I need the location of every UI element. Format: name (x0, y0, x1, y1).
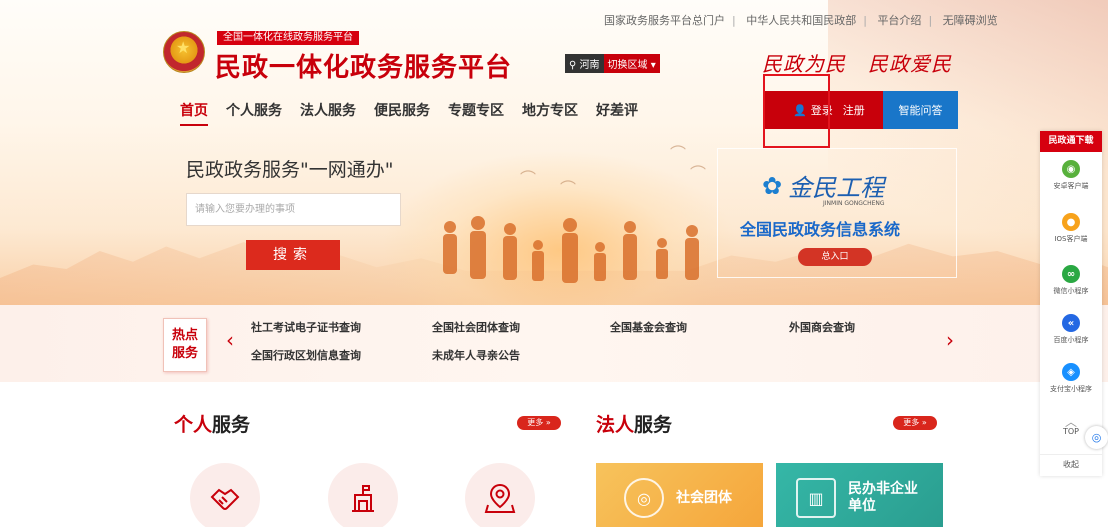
slogan-2: 民政爱民 (868, 52, 952, 76)
nav-home[interactable]: 首页 (180, 100, 208, 120)
logo-tag: 全国一体化在线政务服务平台 (217, 31, 359, 45)
hot-services-badge: 热点 服务 (163, 318, 207, 372)
personal-more-button[interactable]: 更多 » (517, 416, 561, 430)
slogan: 民政为民 民政爱民 (762, 48, 952, 77)
legal-more-button[interactable]: 更多 » (893, 416, 937, 430)
hot-item[interactable]: 全国社会团体查询 (432, 319, 520, 335)
bird-icon: ⌒ (560, 179, 577, 198)
sidebar-item-wechat[interactable]: ∞ 微信小程序 (1040, 265, 1102, 296)
baidu-mini-icon: « (1062, 314, 1080, 332)
jinmin-entry-button[interactable]: 总入口 (798, 248, 872, 266)
region-selector[interactable]: ⚲ 河南 切换区域 ▾ (565, 54, 660, 73)
search-input[interactable] (186, 193, 401, 226)
private-nonenterprise-card[interactable]: ▥ 民办非企业 单位 (776, 463, 943, 527)
jinmin-subtitle: JINMIN GONGCHENG (823, 200, 885, 207)
jinmin-logo[interactable]: ✿ 金民工程 (762, 168, 884, 203)
building-service-icon[interactable] (328, 463, 398, 527)
hot-item[interactable]: 全国基金会查询 (610, 319, 687, 335)
private-nonenterprise-label: 民办非企业 单位 (848, 481, 918, 514)
personal-services-title: 个人服务 (174, 414, 251, 436)
nav-active-indicator (180, 124, 208, 126)
hot-next-arrow-icon[interactable]: › (946, 328, 954, 352)
register-button[interactable]: 注册 (843, 102, 865, 118)
bird-icon: ⌒ (670, 144, 687, 163)
download-sidebar: 民政通下载 ◉ 安卓客户端 ● IOS客户端 ∞ 微信小程序 « 百度小程序 ◈… (1040, 131, 1102, 476)
search-button[interactable]: 搜索 (246, 240, 340, 270)
region-location: ⚲ 河南 (565, 54, 604, 73)
location-pin-icon: ⚲ (569, 60, 580, 71)
jinmin-title: 全国民政政务信息系统 (740, 220, 901, 239)
legal-services-title: 法人服务 (596, 414, 673, 436)
nav-legal[interactable]: 法人服务 (300, 100, 356, 120)
smart-qa-button[interactable]: 智能问答 (883, 91, 958, 129)
nav-personal[interactable]: 个人服务 (226, 100, 282, 120)
hot-prev-arrow-icon[interactable]: ‹ (226, 328, 234, 352)
sidebar-item-baidu[interactable]: « 百度小程序 (1040, 314, 1102, 345)
alipay-mini-icon: ◈ (1062, 363, 1080, 381)
hot-item[interactable]: 未成年人寻亲公告 (432, 347, 520, 363)
hot-item[interactable]: 社工考试电子证书查询 (251, 319, 361, 335)
social-group-icon: ◎ (624, 478, 664, 518)
main-nav: 首页 个人服务 法人服务 便民服务 专题专区 地方专区 好差评 (180, 100, 656, 120)
sidebar-item-alipay[interactable]: ◈ 支付宝小程序 (1040, 363, 1102, 394)
social-group-card[interactable]: ◎ 社会团体 (596, 463, 763, 527)
assistant-float-icon[interactable]: ◎ (1085, 426, 1108, 449)
nav-topics[interactable]: 专题专区 (448, 100, 504, 120)
region-switch-button[interactable]: 切换区域 ▾ (603, 54, 660, 73)
jinmin-flower-icon: ✿ (762, 171, 783, 200)
social-group-label: 社会团体 (676, 489, 732, 506)
search-title: 民政政务服务"一网通办" (186, 159, 394, 181)
top-link-portal[interactable]: 国家政务服务平台总门户 (604, 12, 725, 28)
login-highlight-box (763, 74, 830, 148)
nav-convenience[interactable]: 便民服务 (374, 100, 430, 120)
bird-icon: ⌒ (520, 169, 537, 188)
national-emblem-icon (163, 31, 205, 73)
family-silhouette-illustration (443, 216, 699, 283)
nav-rating[interactable]: 好差评 (596, 100, 638, 120)
top-link-accessibility[interactable]: 无障碍浏览 (943, 12, 998, 28)
sidebar-item-ios[interactable]: ● IOS客户端 (1040, 213, 1102, 244)
top-link-ministry[interactable]: 中华人民共和国民政部 (746, 12, 856, 28)
bird-icon: ⌒ (690, 164, 707, 183)
sidebar-header: 民政通下载 (1040, 131, 1102, 152)
nav-local[interactable]: 地方专区 (522, 100, 578, 120)
top-link-about[interactable]: 平台介绍 (877, 12, 921, 28)
apple-icon: ● (1062, 213, 1080, 231)
sidebar-item-android[interactable]: ◉ 安卓客户端 (1040, 160, 1102, 191)
slogan-1: 民政为民 (762, 52, 846, 76)
sidebar-collapse-button[interactable]: 收起 (1040, 454, 1102, 470)
hot-item[interactable]: 外国商会查询 (789, 319, 855, 335)
top-links-bar: 国家政务服务平台总门户 | 中华人民共和国民政部 | 平台介绍 | 无障碍浏览 (604, 12, 998, 28)
site-title[interactable]: 民政一体化政务服务平台 (215, 47, 512, 84)
hot-item[interactable]: 全国行政区划信息查询 (251, 347, 361, 363)
building-icon: ▥ (796, 478, 836, 518)
location-service-icon[interactable] (465, 463, 535, 527)
wechat-mini-icon: ∞ (1062, 265, 1080, 283)
android-icon: ◉ (1062, 160, 1080, 178)
handshake-service-icon[interactable] (190, 463, 260, 527)
